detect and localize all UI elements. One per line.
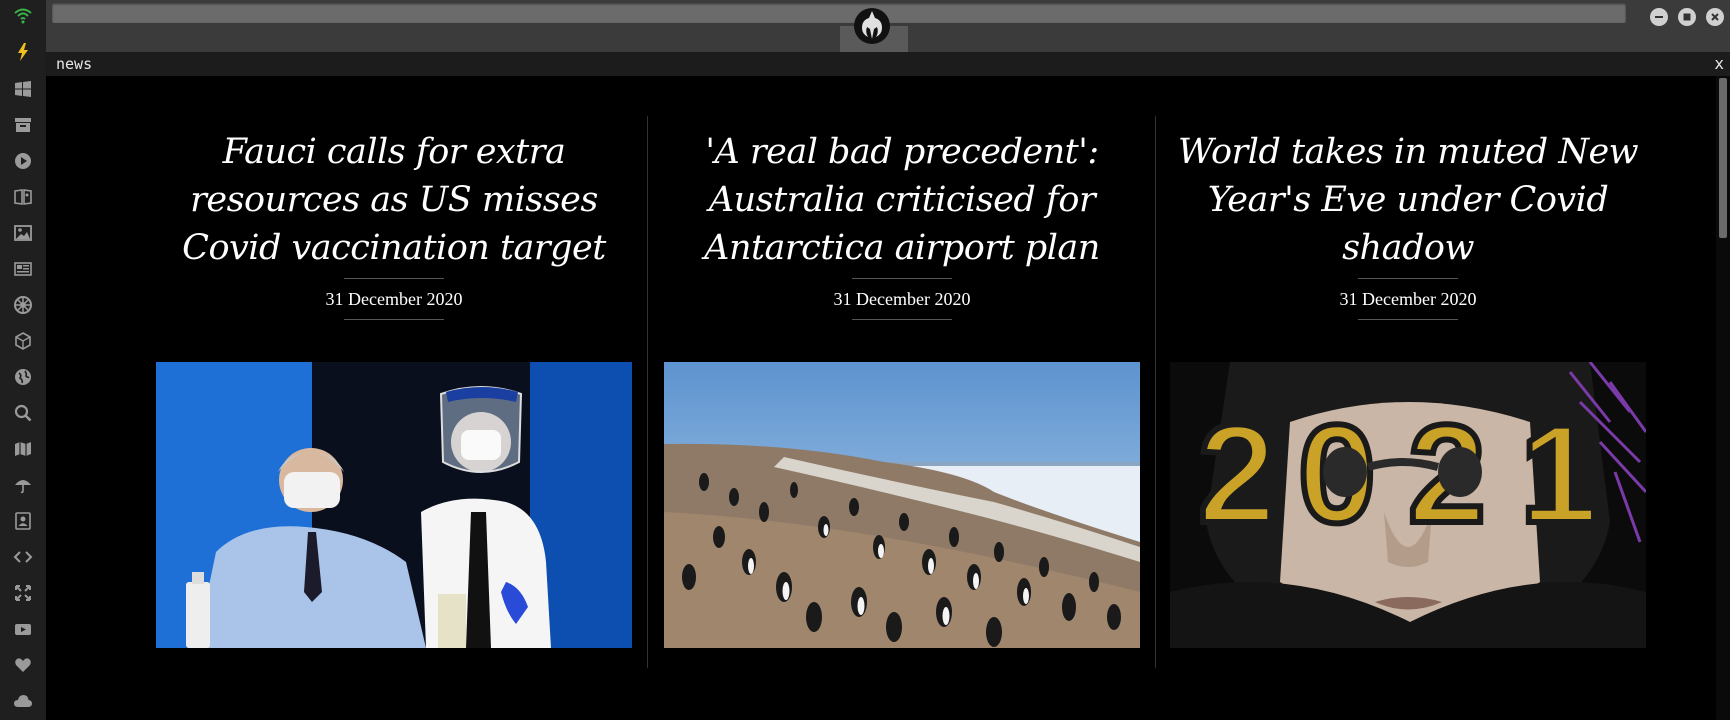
umbrella-icon[interactable] [13, 475, 33, 495]
column-divider [647, 116, 648, 668]
rebel-alliance-icon[interactable] [852, 6, 892, 46]
address-bar[interactable] [52, 3, 1626, 23]
article-card[interactable]: World takes in muted New Year's Eve unde… [1170, 124, 1646, 648]
image-icon[interactable] [13, 223, 33, 243]
map-icon[interactable] [13, 439, 33, 459]
empire-icon[interactable] [13, 295, 33, 315]
cloud-icon[interactable] [13, 691, 33, 711]
windows-icon[interactable] [13, 79, 33, 99]
column-divider [1155, 116, 1156, 668]
panel-title: news [56, 55, 93, 73]
panel-close-button[interactable]: x [1714, 54, 1724, 73]
minimize-button[interactable] [1650, 8, 1668, 26]
play-icon[interactable] [13, 151, 33, 171]
expand-icon[interactable] [13, 583, 33, 603]
youtube-icon[interactable] [13, 619, 33, 639]
article-image[interactable] [664, 362, 1140, 648]
archive-icon[interactable] [13, 115, 33, 135]
top-bar [46, 0, 1730, 52]
book-icon[interactable] [13, 187, 33, 207]
divider-rule [1358, 319, 1458, 320]
article-image[interactable] [156, 362, 632, 648]
maximize-button[interactable] [1678, 8, 1696, 26]
article-card[interactable]: Fauci calls for extra resources as US mi… [156, 124, 632, 648]
article-date: 31 December 2020 [325, 289, 463, 309]
article-headline[interactable]: Fauci calls for extra resources as US mi… [156, 128, 632, 278]
lightning-icon[interactable] [13, 42, 33, 62]
cube-icon[interactable] [13, 331, 33, 351]
sidebar [0, 0, 46, 720]
search-icon[interactable] [13, 403, 33, 423]
panel-header: news x [46, 52, 1730, 76]
code-icon[interactable] [13, 547, 33, 567]
article-date: 31 December 2020 [833, 289, 971, 309]
article-date: 31 December 2020 [1339, 289, 1477, 309]
scrollbar[interactable] [1716, 76, 1730, 720]
svg-text:2: 2 [1198, 395, 1276, 552]
article-image[interactable]: 2021 [1170, 362, 1646, 648]
heart-icon[interactable] [13, 655, 33, 675]
wifi-icon[interactable] [13, 6, 33, 26]
article-headline[interactable]: World takes in muted New Year's Eve unde… [1170, 128, 1646, 278]
divider-rule [852, 319, 952, 320]
globe-icon[interactable] [13, 367, 33, 387]
newspaper-icon[interactable] [13, 259, 33, 279]
article-card[interactable]: 'A real bad precedent': Australia critic… [664, 124, 1140, 648]
close-button[interactable] [1706, 8, 1724, 26]
article-headline[interactable]: 'A real bad precedent': Australia critic… [664, 128, 1140, 278]
svg-text:1: 1 [1520, 395, 1598, 552]
contacts-icon[interactable] [13, 511, 33, 531]
divider-rule [344, 319, 444, 320]
scrollbar-thumb[interactable] [1719, 78, 1727, 238]
